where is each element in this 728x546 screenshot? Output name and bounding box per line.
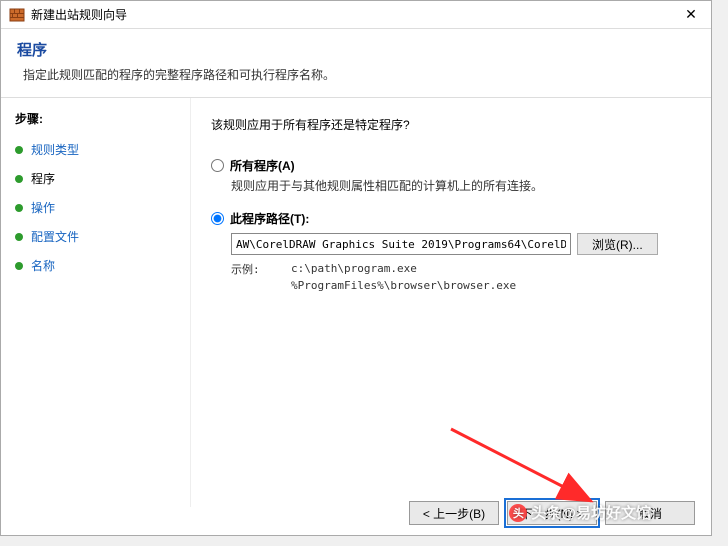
step-link[interactable]: 名称 bbox=[31, 257, 55, 274]
example-label: 示例: bbox=[231, 261, 291, 294]
example-paths: c:\path\program.exe %ProgramFiles%\brows… bbox=[291, 261, 516, 294]
back-button[interactable]: < 上一步(B) bbox=[409, 501, 499, 525]
step-link[interactable]: 规则类型 bbox=[31, 141, 79, 158]
program-path-input[interactable] bbox=[231, 233, 571, 255]
option-program-path: 此程序路径(T): 浏览(R)... 示例: c:\path\program.e… bbox=[211, 210, 675, 294]
steps-heading: 步骤: bbox=[11, 110, 180, 127]
question-text: 该规则应用于所有程序还是特定程序? bbox=[211, 116, 675, 133]
step-profile[interactable]: 配置文件 bbox=[11, 224, 180, 249]
option-all-label: 所有程序(A) bbox=[230, 157, 295, 174]
page-subtitle: 指定此规则匹配的程序的完整程序路径和可执行程序名称。 bbox=[23, 66, 695, 83]
watermark-icon: 头 bbox=[509, 504, 527, 522]
radio-program-path[interactable] bbox=[211, 212, 224, 225]
step-action[interactable]: 操作 bbox=[11, 195, 180, 220]
wizard-window: 新建出站规则向导 ✕ 程序 指定此规则匹配的程序的完整程序路径和可执行程序名称。… bbox=[0, 0, 712, 536]
radio-all-programs[interactable] bbox=[211, 159, 224, 172]
watermark-text: 头条@易坊好文馆 bbox=[531, 502, 651, 523]
bullet-icon bbox=[15, 146, 23, 154]
example-line2: %ProgramFiles%\browser\browser.exe bbox=[291, 278, 516, 295]
bullet-icon bbox=[15, 175, 23, 183]
step-link[interactable]: 操作 bbox=[31, 199, 55, 216]
bullet-icon bbox=[15, 233, 23, 241]
step-program[interactable]: 程序 bbox=[11, 166, 180, 191]
steps-sidebar: 步骤: 规则类型 程序 操作 配置文件 名称 bbox=[1, 98, 191, 507]
firewall-icon bbox=[9, 7, 25, 23]
option-path-label: 此程序路径(T): bbox=[230, 210, 309, 227]
option-all-desc: 规则应用于与其他规则属性相匹配的计算机上的所有连接。 bbox=[231, 177, 675, 194]
step-label: 程序 bbox=[31, 170, 55, 187]
watermark: 头 头条@易坊好文馆 bbox=[509, 502, 651, 523]
close-button[interactable]: ✕ bbox=[671, 1, 711, 29]
step-name[interactable]: 名称 bbox=[11, 253, 180, 278]
step-link[interactable]: 配置文件 bbox=[31, 228, 79, 245]
example-line1: c:\path\program.exe bbox=[291, 261, 516, 278]
page-title: 程序 bbox=[17, 39, 695, 60]
window-title: 新建出站规则向导 bbox=[31, 6, 671, 23]
bullet-icon bbox=[15, 204, 23, 212]
browse-button[interactable]: 浏览(R)... bbox=[577, 233, 658, 255]
example-row: 示例: c:\path\program.exe %ProgramFiles%\b… bbox=[231, 261, 675, 294]
wizard-header: 程序 指定此规则匹配的程序的完整程序路径和可执行程序名称。 bbox=[1, 29, 711, 97]
titlebar: 新建出站规则向导 ✕ bbox=[1, 1, 711, 29]
step-rule-type[interactable]: 规则类型 bbox=[11, 137, 180, 162]
wizard-body: 步骤: 规则类型 程序 操作 配置文件 名称 该规则应用于所有程序还是特定程序?… bbox=[1, 97, 711, 507]
bullet-icon bbox=[15, 262, 23, 270]
option-all-programs: 所有程序(A) 规则应用于与其他规则属性相匹配的计算机上的所有连接。 bbox=[211, 157, 675, 194]
wizard-main: 该规则应用于所有程序还是特定程序? 所有程序(A) 规则应用于与其他规则属性相匹… bbox=[191, 98, 711, 507]
